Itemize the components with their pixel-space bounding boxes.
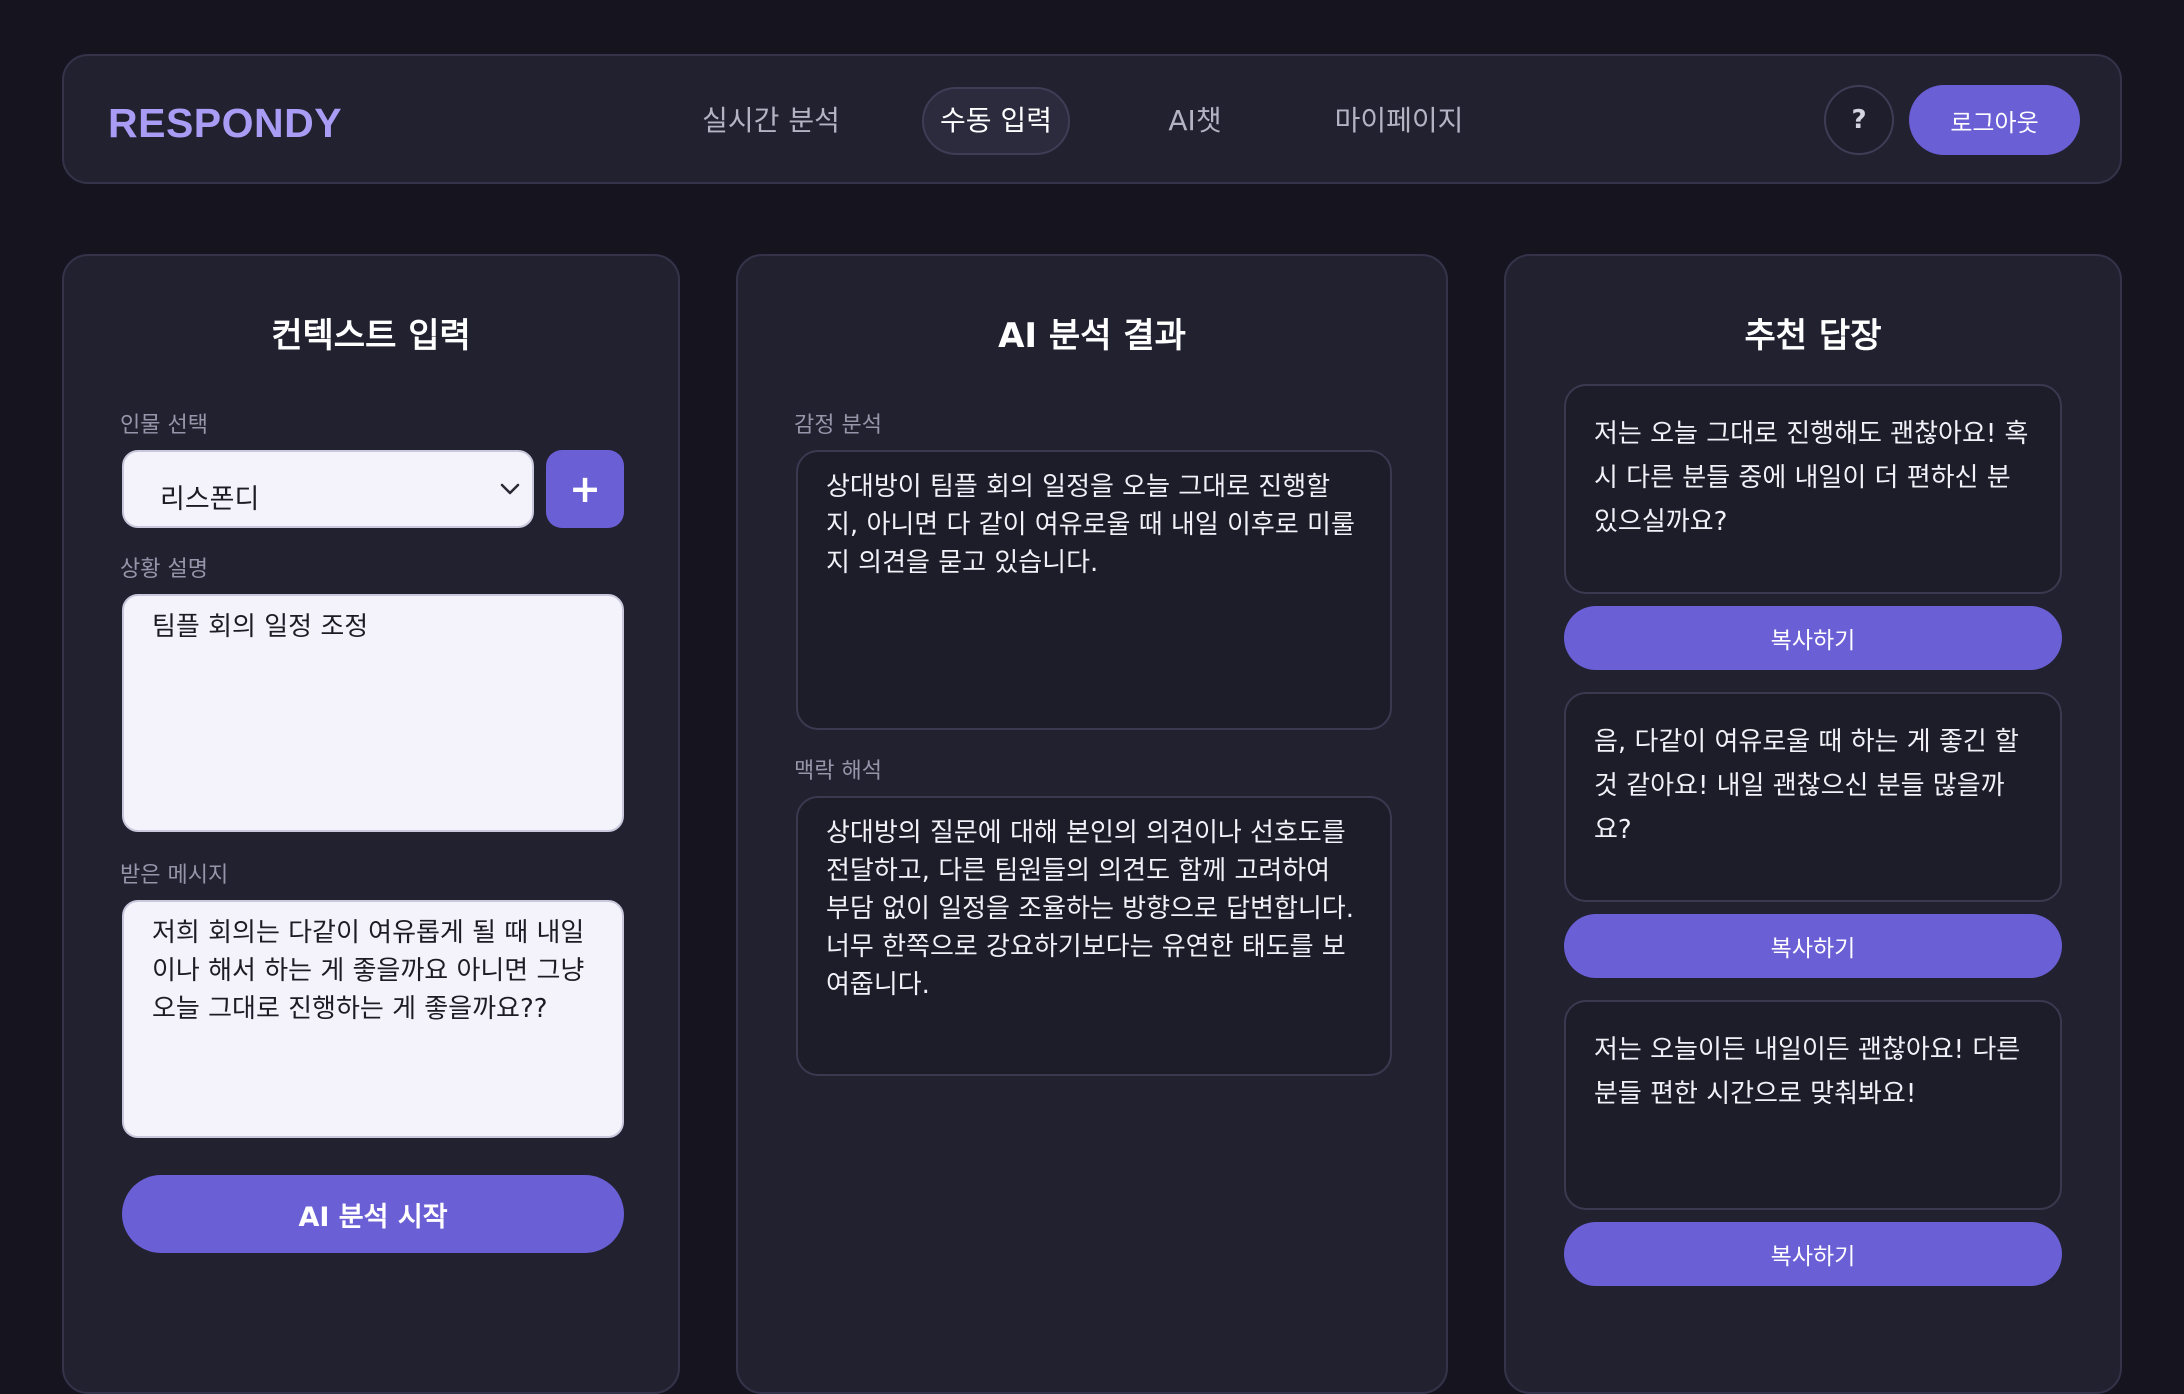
recommended-replies-panel: 추천 답장 저는 오늘 그대로 진행해도 괜찮아요! 혹시 다른 분들 중에 내…	[1504, 254, 2122, 1394]
emotion-analysis-box: 상대방이 팀플 회의 일정을 오늘 그대로 진행할지, 아니면 다 같이 여유로…	[796, 450, 1392, 730]
context-panel-title: 컨텍스트 입력	[271, 316, 471, 356]
context-input-panel: 컨텍스트 입력 인물 선택 리스폰디 + 상황 설명 팀플 회의 일정 조정 받…	[62, 254, 680, 1394]
person-select-label: 인물 선택	[120, 413, 208, 438]
tab-realtime-analysis[interactable]: 실시간 분석	[686, 87, 856, 155]
tab-manual-input[interactable]: 수동 입력	[922, 87, 1070, 155]
emotion-analysis-label: 감정 분석	[794, 413, 882, 438]
copy-reply-1-button[interactable]: 복사하기	[1564, 606, 2062, 670]
logout-button[interactable]: 로그아웃	[1909, 85, 2080, 155]
chevron-down-icon	[500, 483, 520, 495]
received-message-textarea[interactable]: 저희 회의는 다같이 여유롭게 될 때 내일이나 해서 하는 게 좋을까요 아니…	[122, 900, 624, 1138]
plus-icon: +	[569, 467, 601, 511]
person-select[interactable]: 리스폰디	[122, 450, 534, 528]
analysis-panel-title: AI 분석 결과	[998, 316, 1186, 356]
nav-tabs: 실시간 분석 수동 입력 AI챗 마이페이지	[64, 56, 2120, 182]
reply-card-2: 음, 다같이 여유로울 때 하는 게 좋긴 할 것 같아요! 내일 괜찮으신 분…	[1564, 692, 2062, 902]
context-interpretation-label: 맥락 해석	[794, 759, 882, 784]
replies-panel-title: 추천 답장	[1744, 316, 1882, 356]
copy-reply-2-button[interactable]: 복사하기	[1564, 914, 2062, 978]
copy-reply-3-button[interactable]: 복사하기	[1564, 1222, 2062, 1286]
reply-card-3: 저는 오늘이든 내일이든 괜찮아요! 다른 분들 편한 시간으로 맞춰봐요!	[1564, 1000, 2062, 1210]
situation-label: 상황 설명	[120, 557, 208, 582]
context-interpretation-box: 상대방의 질문에 대해 본인의 의견이나 선호도를 전달하고, 다른 팀원들의 …	[796, 796, 1392, 1076]
tab-ai-chat[interactable]: AI챗	[1150, 87, 1240, 155]
analysis-result-panel: AI 분석 결과 감정 분석 상대방이 팀플 회의 일정을 오늘 그대로 진행할…	[736, 254, 1448, 1394]
received-message-label: 받은 메시지	[120, 863, 229, 888]
reply-card-1: 저는 오늘 그대로 진행해도 괜찮아요! 혹시 다른 분들 중에 내일이 더 편…	[1564, 384, 2062, 594]
question-icon: ?	[1851, 105, 1867, 135]
person-select-value: 리스폰디	[160, 484, 260, 515]
start-ai-analysis-button[interactable]: AI 분석 시작	[122, 1175, 624, 1253]
situation-textarea[interactable]: 팀플 회의 일정 조정	[122, 594, 624, 832]
add-person-button[interactable]: +	[546, 450, 624, 528]
tab-mypage[interactable]: 마이페이지	[1314, 87, 1484, 155]
top-navbar: RESPONDY 실시간 분석 수동 입력 AI챗 마이페이지 ? 로그아웃	[62, 54, 2122, 184]
help-button[interactable]: ?	[1824, 85, 1894, 155]
